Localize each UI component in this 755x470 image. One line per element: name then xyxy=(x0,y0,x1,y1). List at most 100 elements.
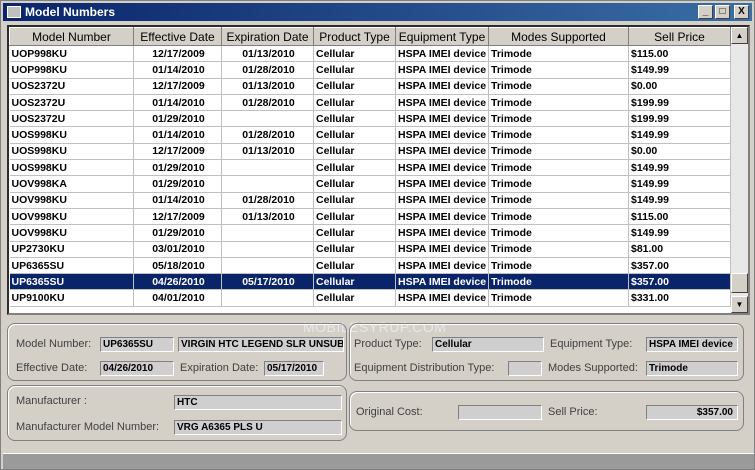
table-row[interactable]: UOV998KU 12/17/2009 01/13/2010 Cellular HSPA… xyxy=(9,208,731,226)
product-type-cell: Cellular xyxy=(313,192,396,209)
table-row[interactable]: UOV998KU 01/29/2010 Cellular HSPA IMEI devi… xyxy=(9,224,731,242)
equipment-type-cell: HSPA IMEI device xyxy=(395,94,489,112)
model-table: Model Number Effective Date Expiration D… xyxy=(9,27,731,307)
table-row[interactable]: UOS998KU 01/29/2010 Cellular HSPA IMEI devi… xyxy=(9,159,731,177)
original-cost-field[interactable] xyxy=(458,405,542,420)
model-description-field[interactable]: VIRGIN HTC LEGEND SLR UNSUBS xyxy=(178,337,344,352)
effective-date-cell: 03/01/2010 xyxy=(133,241,222,258)
status-bar xyxy=(3,453,754,469)
equipment-type-cell: HSPA IMEI device xyxy=(395,78,489,95)
expiration-date-field[interactable]: 05/17/2010 xyxy=(264,361,324,376)
equipment-type-cell: HSPA IMEI device xyxy=(395,159,489,177)
product-type-cell: Cellular xyxy=(313,241,396,258)
table-row[interactable]: UOS2372U 01/29/2010 Cellular HSPA IMEI devi… xyxy=(9,110,731,128)
expiration-date-cell xyxy=(221,241,314,258)
column-header-equipment-type[interactable]: Equipment Type xyxy=(395,27,489,46)
effective-date-cell: 01/14/2010 xyxy=(133,61,222,79)
scroll-up-arrow-icon[interactable]: ▲ xyxy=(731,27,748,44)
equipment-type-field[interactable]: HSPA IMEI device xyxy=(646,337,738,352)
equipment-type-cell: HSPA IMEI device xyxy=(395,143,489,161)
expiration-date-cell xyxy=(221,289,314,307)
manufacturer-field[interactable]: HTC xyxy=(174,395,342,410)
table-row[interactable]: UP6365SU 04/26/2010 05/17/2010 Cellular HSPA… xyxy=(9,273,731,291)
product-type-field[interactable]: Cellular xyxy=(432,337,544,352)
sell-price-cell: $0.00 xyxy=(628,143,731,161)
product-type-label: Product Type: xyxy=(354,338,422,350)
column-header-sell-price[interactable]: Sell Price xyxy=(628,27,731,46)
model-numbers-grid[interactable]: Model Number Effective Date Expiration D… xyxy=(7,25,750,315)
expiration-date-cell xyxy=(221,224,314,242)
manufacturer-model-number-label: Manufacturer Model Number: xyxy=(16,421,160,433)
effective-date-cell: 12/17/2009 xyxy=(133,45,222,63)
sell-price-cell: $115.00 xyxy=(628,208,731,226)
effective-date-field[interactable]: 04/26/2010 xyxy=(100,361,174,376)
original-cost-label: Original Cost: xyxy=(356,406,423,418)
model-number-cell: UP6365SU xyxy=(9,273,134,291)
modes-supported-field[interactable]: Trimode xyxy=(646,361,738,376)
effective-date-cell: 01/14/2010 xyxy=(133,94,222,112)
expiration-date-cell: 01/13/2010 xyxy=(221,143,314,161)
column-header-product-type[interactable]: Product Type xyxy=(313,27,396,46)
effective-date-cell: 12/17/2009 xyxy=(133,143,222,161)
maximize-button[interactable]: □ xyxy=(715,5,730,19)
table-row[interactable]: UP2730KU 03/01/2010 Cellular HSPA IMEI devi… xyxy=(9,241,731,258)
table-row[interactable]: UOP998KU 12/17/2009 01/13/2010 Cellular HSPA… xyxy=(9,45,731,63)
sell-price-cell: $149.99 xyxy=(628,192,731,209)
expiration-date-cell: 01/13/2010 xyxy=(221,78,314,95)
table-row[interactable]: UOS998KU 01/14/2010 01/28/2010 Cellular HSPA… xyxy=(9,126,731,144)
model-info-group: Model Number: UP6365SU VIRGIN HTC LEGEND… xyxy=(7,323,347,381)
column-header-expiration-date[interactable]: Expiration Date xyxy=(221,27,314,46)
model-number-cell: UP2730KU xyxy=(9,241,134,258)
effective-date-cell: 05/18/2010 xyxy=(133,257,222,275)
expiration-date-cell: 05/17/2010 xyxy=(221,273,314,291)
equipment-type-cell: HSPA IMEI device xyxy=(395,289,489,307)
sell-price-cell: $81.00 xyxy=(628,241,731,258)
table-row[interactable]: UOV998KU 01/14/2010 01/28/2010 Cellular HSPA… xyxy=(9,192,731,209)
model-number-cell: UOP998KU xyxy=(9,61,134,79)
product-type-cell: Cellular xyxy=(313,224,396,242)
effective-date-cell: 04/01/2010 xyxy=(133,289,222,307)
modes-supported-cell: Trimode xyxy=(488,175,629,193)
sell-price-field[interactable]: $357.00 xyxy=(646,405,738,420)
pricing-group: Original Cost: Sell Price: $357.00 xyxy=(349,391,744,431)
table-row[interactable]: UOS2372U 01/14/2010 01/28/2010 Cellular HSPA… xyxy=(9,94,731,112)
modes-supported-cell: Trimode xyxy=(488,94,629,112)
table-row[interactable]: UOP998KU 01/14/2010 01/28/2010 Cellular HSPA… xyxy=(9,61,731,79)
modes-supported-label: Modes Supported: xyxy=(548,362,638,374)
equipment-distribution-type-field[interactable] xyxy=(508,361,542,376)
equipment-type-cell: HSPA IMEI device xyxy=(395,45,489,63)
sell-price-cell: $149.99 xyxy=(628,175,731,193)
equipment-type-cell: HSPA IMEI device xyxy=(395,61,489,79)
vertical-scrollbar[interactable]: ▲ ▼ xyxy=(731,27,748,313)
sell-price-cell: $331.00 xyxy=(628,289,731,307)
table-row[interactable]: UP9100KU 04/01/2010 Cellular HSPA IMEI devi… xyxy=(9,289,731,307)
manufacturer-label: Manufacturer : xyxy=(16,395,87,407)
model-number-cell: UOS2372U xyxy=(9,78,134,95)
modes-supported-cell: Trimode xyxy=(488,289,629,307)
modes-supported-cell: Trimode xyxy=(488,110,629,128)
model-number-cell: UP9100KU xyxy=(9,289,134,307)
scrollbar-thumb[interactable] xyxy=(731,273,748,293)
manufacturer-model-number-field[interactable]: VRG A6365 PLS U xyxy=(174,420,342,435)
effective-date-cell: 01/29/2010 xyxy=(133,224,222,242)
scroll-down-arrow-icon[interactable]: ▼ xyxy=(731,296,748,313)
model-number-cell: UOS998KU xyxy=(9,159,134,177)
table-row[interactable]: UP6365SU 05/18/2010 Cellular HSPA IMEI devi… xyxy=(9,257,731,275)
model-number-field[interactable]: UP6365SU xyxy=(100,337,174,352)
close-button[interactable]: X xyxy=(734,5,749,19)
sell-price-cell: $149.99 xyxy=(628,61,731,79)
minimize-button[interactable]: _ xyxy=(698,5,713,19)
expiration-date-label: Expiration Date: xyxy=(180,362,259,374)
expiration-date-cell: 01/28/2010 xyxy=(221,192,314,209)
effective-date-cell: 01/14/2010 xyxy=(133,126,222,144)
table-row[interactable]: UOS998KU 12/17/2009 01/13/2010 Cellular HSPA… xyxy=(9,143,731,161)
table-row[interactable]: UOV998KA 01/29/2010 Cellular HSPA IMEI devi… xyxy=(9,175,731,193)
table-row[interactable]: UOS2372U 12/17/2009 01/13/2010 Cellular HSPA… xyxy=(9,78,731,95)
column-header-model-number[interactable]: Model Number xyxy=(9,27,134,46)
effective-date-cell: 04/26/2010 xyxy=(133,273,222,291)
sell-price-cell: $149.99 xyxy=(628,126,731,144)
column-header-modes-supported[interactable]: Modes Supported xyxy=(488,27,629,46)
window-title: Model Numbers xyxy=(25,5,116,19)
effective-date-cell: 01/14/2010 xyxy=(133,192,222,209)
column-header-effective-date[interactable]: Effective Date xyxy=(133,27,222,46)
